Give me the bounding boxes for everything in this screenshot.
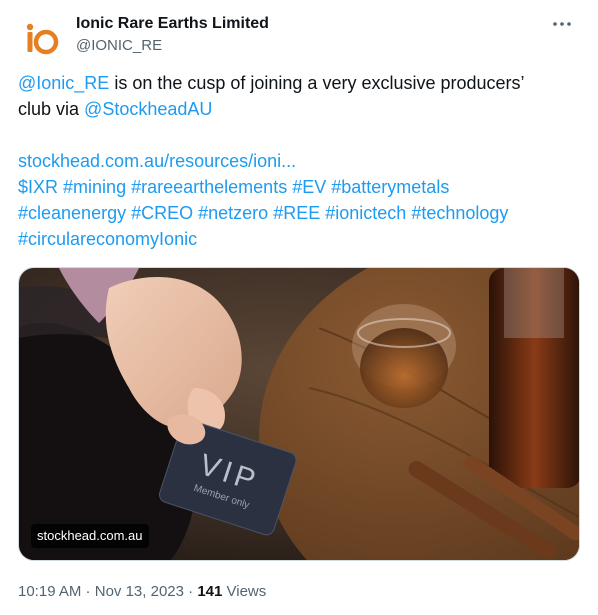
link-card-image[interactable]: VIP Member only stockhead.com.au	[18, 267, 580, 561]
tweet-line-url: stockhead.com.au/resources/ioni...	[18, 148, 578, 174]
tweet-line-1: @Ionic_RE is on the cusp of joining a ve…	[18, 70, 578, 96]
author-names: Ionic Rare Earths Limited @IONIC_RE	[76, 14, 269, 56]
author-display-name[interactable]: Ionic Rare Earths Limited	[76, 14, 269, 34]
hashtag-link[interactable]: #REE	[273, 203, 320, 223]
hashtag-link[interactable]: #CREO	[131, 203, 193, 223]
meta-separator: ·	[183, 583, 198, 600]
io-logo	[18, 14, 62, 58]
views-count[interactable]: 141	[197, 583, 222, 600]
hashtag-line: #cleanenergy #CREO #netzero #REE #ionict…	[18, 200, 578, 226]
avatar[interactable]	[18, 14, 62, 58]
hashtag-line: $IXR #mining #rareearthelements #EV #bat…	[18, 174, 578, 200]
article-url-link[interactable]: stockhead.com.au/resources/ioni...	[18, 151, 296, 171]
hashtag-line: #circulareconomyIonic	[18, 226, 578, 252]
tweet-text-segment: club via	[18, 99, 85, 119]
author-handle[interactable]: @IONIC_RE	[76, 36, 269, 56]
hashtag-link[interactable]: $IXR	[18, 177, 58, 197]
tweet-header: Ionic Rare Earths Limited @IONIC_RE	[18, 12, 580, 60]
tweet-date[interactable]: Nov 13, 2023	[95, 583, 184, 600]
hashtag-link[interactable]: #batterymetals	[331, 177, 449, 197]
hashtag-link[interactable]: #netzero	[198, 203, 268, 223]
vip-card-photo: VIP Member only	[19, 268, 579, 560]
tweet-text-segment: is on the cusp of joining a very exclusi…	[109, 73, 525, 93]
tweet-meta: 10:19 AM · Nov 13, 2023 · 141 Views	[18, 582, 266, 602]
card-domain-label[interactable]: stockhead.com.au	[31, 524, 149, 548]
tweet-card: Ionic Rare Earths Limited @IONIC_RE @Ion…	[0, 0, 598, 615]
hashtag-link[interactable]: #mining	[63, 177, 126, 197]
mention-link[interactable]: @Ionic_RE	[18, 73, 109, 93]
hashtag-link[interactable]: #rareearthelements	[131, 177, 287, 197]
views-label[interactable]: Views	[222, 583, 267, 600]
more-options-button[interactable]	[548, 12, 576, 36]
hashtag-link[interactable]: #EV	[292, 177, 326, 197]
meta-separator: ·	[81, 583, 95, 600]
hashtag-link[interactable]: #circulareconomyIonic	[18, 229, 197, 249]
more-dots-icon	[553, 22, 571, 26]
hashtag-link[interactable]: #technology	[411, 203, 508, 223]
mention-link[interactable]: @StockheadAU	[84, 99, 212, 119]
tweet-time[interactable]: 10:19 AM	[18, 583, 81, 600]
hashtag-link[interactable]: #cleanenergy	[18, 203, 126, 223]
hashtag-link[interactable]: #ionictech	[325, 203, 406, 223]
tweet-line-2: club via @StockheadAU	[18, 96, 578, 122]
tweet-text: @Ionic_RE is on the cusp of joining a ve…	[18, 70, 578, 252]
